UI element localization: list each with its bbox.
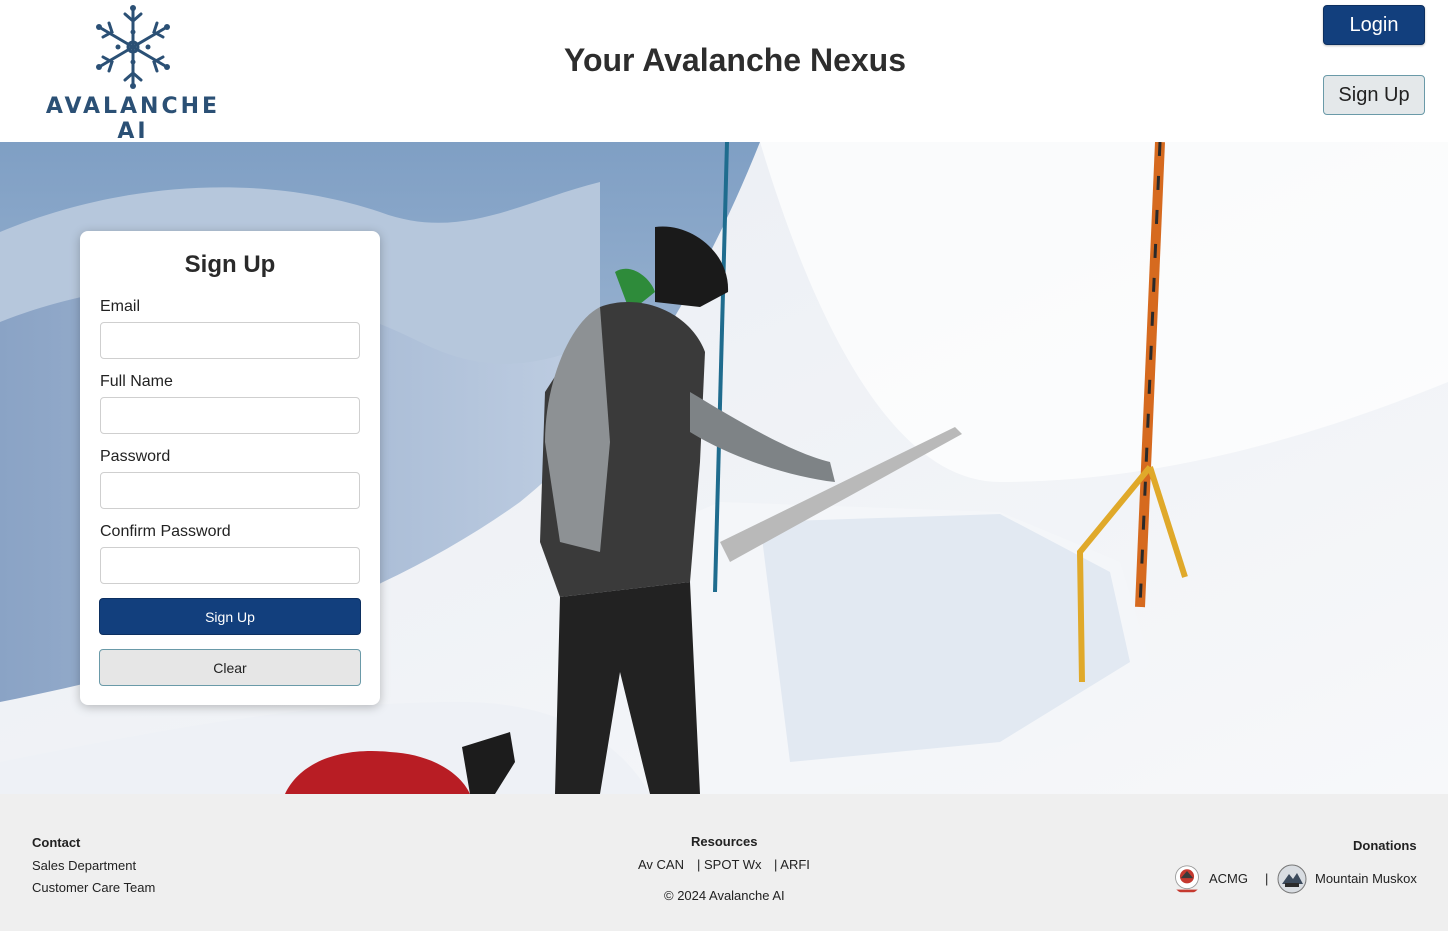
password-label: Password [100, 448, 171, 465]
signup-nav-button[interactable]: Sign Up [1323, 75, 1425, 115]
snowflake-icon [96, 5, 170, 89]
full-name-field[interactable] [100, 397, 360, 434]
form-title: Sign Up [184, 251, 276, 278]
mountain-muskox-link[interactable]: Mountain Muskox [1315, 871, 1417, 886]
email-field[interactable] [100, 322, 360, 359]
signup-form: Sign Up Email Full Name Password Confirm… [80, 231, 380, 705]
page-title: Your Avalanche Nexus [563, 42, 907, 78]
arfi-link[interactable]: | ARFI [774, 857, 810, 872]
donations-separator: | [1265, 871, 1269, 886]
customer-care-link[interactable]: Customer Care Team [32, 880, 155, 895]
site-header: AVALANCHE AI Your Avalanche Nexus Login … [0, 0, 1448, 144]
confirm-password-field[interactable] [100, 547, 360, 584]
logo-wordmark: AVALANCHE AI [45, 94, 221, 144]
donations-heading: Donations [1353, 838, 1417, 853]
acmg-logo-icon[interactable] [1172, 864, 1202, 894]
mountain-muskox-logo-icon[interactable] [1277, 864, 1307, 894]
resources-heading: Resources [691, 834, 758, 849]
password-field[interactable] [100, 472, 360, 509]
signup-submit-button[interactable]: Sign Up [99, 598, 361, 635]
av-can-link[interactable]: Av CAN [638, 857, 684, 872]
acmg-link[interactable]: ACMG [1209, 871, 1248, 886]
clear-button[interactable]: Clear [99, 649, 361, 686]
full-name-label: Full Name [100, 373, 173, 390]
email-label: Email [100, 298, 141, 315]
copyright-text: © 2024 Avalanche AI [664, 888, 785, 903]
login-button[interactable]: Login [1323, 5, 1425, 45]
avalanche-ai-logo[interactable]: AVALANCHE AI [36, 4, 230, 144]
contact-heading: Contact [32, 835, 81, 850]
sales-department-link[interactable]: Sales Department [32, 858, 136, 873]
confirm-password-label: Confirm Password [100, 523, 231, 540]
spot-wx-link[interactable]: | SPOT Wx [697, 857, 762, 872]
site-footer: Contact Sales Department Customer Care T… [0, 794, 1448, 931]
